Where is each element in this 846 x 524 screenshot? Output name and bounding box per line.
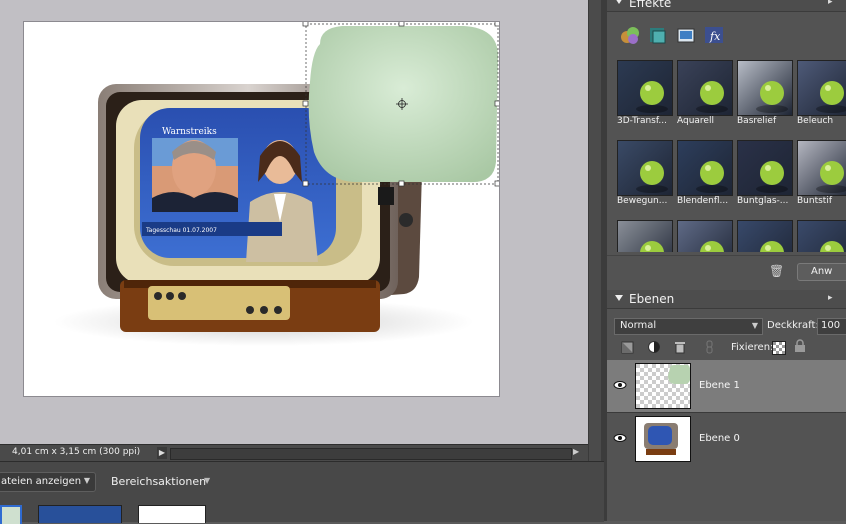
lock-icon[interactable] [794, 339, 806, 355]
bin-thumbnail[interactable] [138, 505, 206, 523]
bin-thumbnail[interactable] [38, 505, 122, 523]
apply-button[interactable]: Anw [797, 263, 846, 281]
panel-menu-icon[interactable]: ▸ [828, 293, 833, 303]
effect-thumbnail[interactable] [617, 140, 673, 196]
delete-layer-icon[interactable] [673, 340, 687, 354]
effect-item[interactable]: Buntstif [797, 140, 846, 216]
svg-text:fx: fx [709, 30, 721, 43]
document-canvas[interactable]: Warnstreiks Tagesschau 01.07.2007 [24, 22, 499, 396]
fx-icon[interactable]: fx [704, 25, 724, 45]
status-bar: 4,01 cm x 3,15 cm (300 ppi) ▶ ▶ [0, 444, 588, 462]
effect-item[interactable]: Buntglas-... [737, 140, 793, 216]
effect-thumbnail[interactable] [677, 140, 733, 196]
effect-item[interactable] [797, 220, 846, 252]
layers-title: Ebenen [629, 292, 675, 306]
opacity-input[interactable]: 100 [817, 318, 846, 335]
project-bin: ateien anzeigen ▼ Bereichsaktionen ▼ [0, 461, 604, 524]
layer-row-ebene-0[interactable]: Ebene 0 [607, 413, 846, 465]
effect-item[interactable] [617, 220, 673, 252]
show-files-label: ateien anzeigen [1, 476, 82, 487]
canvas-area[interactable]: Warnstreiks Tagesschau 01.07.2007 [0, 0, 588, 444]
collapse-triangle-icon[interactable] [615, 0, 623, 4]
bin-thumbnail[interactable] [0, 505, 22, 524]
status-menu-arrow[interactable]: ▶ [157, 447, 167, 459]
effect-item[interactable]: Blendenfl... [677, 140, 733, 216]
layer-name: Ebene 0 [699, 433, 740, 444]
lock-transparency-icon[interactable] [772, 341, 786, 355]
layers-empty-area [607, 466, 846, 521]
layer-thumbnail[interactable] [635, 416, 691, 462]
effect-item[interactable]: Beleuch [797, 60, 846, 136]
link-layers-icon[interactable] [703, 340, 717, 354]
opacity-value: 100 [821, 320, 841, 331]
effect-label: Beleuch [797, 116, 834, 126]
effect-thumbnail[interactable] [797, 60, 846, 116]
photo-effects-icon[interactable] [676, 25, 696, 45]
effect-thumbnail[interactable] [677, 220, 733, 252]
effect-thumbnail[interactable] [737, 220, 793, 252]
effect-item[interactable] [677, 220, 733, 252]
effects-footer: 🗑 Anw [607, 255, 846, 284]
effect-item[interactable]: Basrelief [737, 60, 793, 136]
collapse-triangle-icon[interactable] [615, 295, 623, 301]
scroll-right-icon[interactable]: ▶ [573, 447, 585, 459]
effects-grid: 3D-Transf... Aquarell Basrelief Beleuch Bewe… [617, 60, 846, 252]
panel-menu-icon[interactable]: ▸ [828, 0, 833, 7]
effect-label: Aquarell [677, 116, 714, 126]
filters-icon[interactable] [648, 25, 668, 45]
tv-headline: Warnstreiks [162, 127, 217, 137]
effect-label: Basrelief [737, 116, 777, 126]
apply-label: Anw [811, 266, 833, 277]
chevron-down-icon: ▼ [83, 476, 90, 485]
show-files-dropdown[interactable]: ateien anzeigen ▼ [0, 472, 96, 492]
lock-label: Fixieren: [731, 342, 774, 353]
effect-item[interactable] [737, 220, 793, 252]
effect-item[interactable]: Bewegun... [617, 140, 673, 216]
opacity-label: Deckkraft: [767, 320, 819, 331]
eye-icon[interactable] [613, 378, 627, 392]
effect-item[interactable]: Aquarell [677, 60, 733, 136]
trash-icon[interactable]: 🗑 [769, 264, 784, 278]
effect-label: Blendenfl... [677, 196, 729, 206]
tv-caption: Tagesschau 01.07.2007 [145, 227, 217, 234]
new-layer-icon[interactable] [621, 340, 635, 354]
layer-thumbnail[interactable] [635, 363, 691, 409]
layer-row-ebene-1[interactable]: Ebene 1 [607, 360, 846, 412]
blend-mode-value: Normal [620, 320, 657, 331]
document-image: Warnstreiks Tagesschau 01.07.2007 [54, 22, 499, 346]
layer-styles-icon[interactable] [620, 25, 640, 45]
chevron-down-icon: ▼ [204, 476, 211, 485]
effect-item[interactable]: 3D-Transf... [617, 60, 673, 136]
palette-panel: Effekte ▸ fx 3D-Transf... Aquarell Basreli… [607, 0, 846, 521]
area-actions-menu[interactable]: Bereichsaktionen [111, 475, 206, 488]
effect-thumbnail[interactable] [737, 60, 793, 116]
effect-thumbnail[interactable] [617, 220, 673, 252]
effect-thumbnail[interactable] [617, 60, 673, 116]
effect-thumbnail[interactable] [797, 140, 846, 196]
document-size-info: 4,01 cm x 3,15 cm (300 ppi) [12, 447, 141, 457]
effect-thumbnail[interactable] [677, 60, 733, 116]
effect-thumbnail[interactable] [737, 140, 793, 196]
effect-label: Bewegun... [617, 196, 668, 206]
adjustment-layer-icon[interactable] [647, 340, 661, 354]
effects-title: Effekte [629, 0, 672, 10]
chevron-down-icon: ▼ [751, 321, 758, 330]
effect-label: Buntglas-... [737, 196, 789, 206]
layers-panel-header[interactable]: Ebenen ▸ [607, 290, 846, 309]
horizontal-scrollbar[interactable] [170, 448, 572, 460]
layer-name: Ebene 1 [699, 380, 740, 391]
effect-label: Buntstif [797, 196, 832, 206]
effect-label: 3D-Transf... [617, 116, 667, 126]
effects-panel-header[interactable]: Effekte ▸ [607, 0, 846, 12]
effect-thumbnail[interactable] [797, 220, 846, 252]
blend-mode-select[interactable]: Normal ▼ [614, 318, 763, 335]
eye-icon[interactable] [613, 431, 627, 445]
